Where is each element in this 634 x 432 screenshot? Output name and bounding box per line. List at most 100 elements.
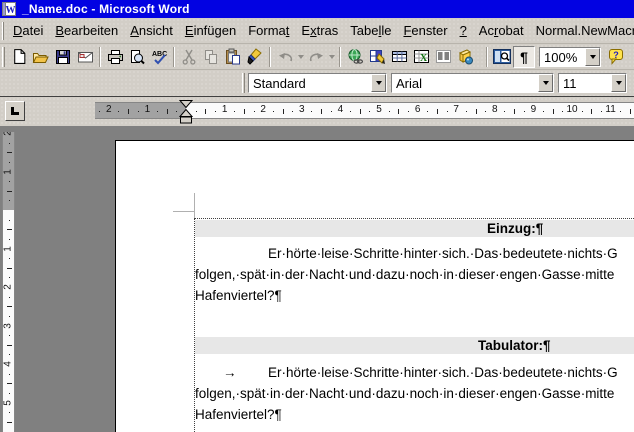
menu-fenster[interactable]: Fenster [397,23,453,38]
columns-button[interactable] [432,46,454,68]
word-app-icon: W [2,2,16,16]
show-paragraph-marks-button[interactable]: ¶ [513,45,535,68]
toolbar-separator [269,46,271,67]
menu-macro[interactable]: Normal.NewMacros.auf5 [530,23,634,38]
menu-extras[interactable]: Extras [295,23,344,38]
document-map-icon [493,49,511,64]
format-painter-brush-icon [247,48,262,65]
save-icon [56,49,70,64]
heading-tabulator[interactable]: Tabulator:¶ [195,337,634,354]
font-size-combobox[interactable]: 11 [558,73,627,93]
menubar-drag-handle[interactable] [2,21,4,40]
text-line[interactable]: Hafenviertel?¶ [195,285,634,306]
margin-crop-mark [194,193,195,218]
hanging-indent-marker[interactable] [179,108,193,117]
envelope-icon [77,51,93,62]
tab-stop-selector-button[interactable] [5,101,25,121]
document-map-button[interactable] [491,46,513,68]
spelling-abc-icon: ABC [152,51,167,64]
toolbar-drag-handle[interactable] [242,73,245,93]
undo-group [274,46,305,68]
font-size-dropdown-button[interactable] [611,74,626,92]
copy-icon [205,49,217,64]
help-bubble-icon: ? [609,49,623,65]
toolbar-separator [339,46,341,67]
font-dropdown-button[interactable] [538,74,553,92]
insert-table-button[interactable] [388,46,410,68]
insert-excel-worksheet-button[interactable]: X [410,46,432,68]
help-button[interactable]: ? [605,46,627,68]
left-tab-icon [11,107,19,115]
print-preview-icon [131,49,145,64]
font-combobox[interactable]: Arial [391,73,554,93]
drawing-button[interactable] [454,46,476,68]
left-indent-marker[interactable] [180,116,192,124]
vertical-ruler[interactable]: 2112345 [2,132,15,432]
paragraph-einzug[interactable]: Er·hörte·leise·Schritte·hinter·sich.·Das… [195,243,634,306]
new-document-button[interactable] [8,46,30,68]
style-combobox[interactable]: Standard [248,73,387,93]
hyperlink-globe-icon [348,49,363,64]
zoom-combobox[interactable]: 100% [539,46,601,67]
spelling-button[interactable]: ABC [148,46,170,68]
text-line[interactable]: folgen,·spät·in·der·Nacht·und·dazu·noch·… [195,383,634,404]
toolbar-drag-handle[interactable] [2,46,5,67]
undo-dropdown-arrow [296,46,305,68]
menu-datei[interactable]: Datei [7,23,49,38]
format-painter-button[interactable] [244,46,266,68]
title-bar[interactable]: W _Name.doc - Microsoft Word [0,0,634,18]
redo-button-disabled [305,46,327,68]
menu-tabelle[interactable]: Tabelle [344,23,397,38]
svg-text:X: X [420,53,428,64]
zoom-value: 100% [544,49,578,65]
first-line-indent-marker[interactable] [179,100,193,109]
word-window: W _Name.doc - Microsoft Word Datei Bearb… [0,0,634,432]
horizontal-ruler[interactable]: 2 1 1 2 3 4 5 6 7 8 9 10 11 [95,102,634,119]
tables-and-borders-button[interactable] [366,46,388,68]
open-folder-icon [32,52,49,63]
redo-arrow-icon [309,52,323,61]
save-button[interactable] [52,46,74,68]
paste-button[interactable] [222,46,244,68]
text-line[interactable]: Er·hörte·leise·Schritte·hinter·sich.·Das… [195,243,634,264]
indent-markers[interactable] [179,100,193,124]
text-line[interactable]: folgen,·spät·in·der·Nacht·und·dazu·noch·… [195,264,634,285]
insert-hyperlink-button[interactable] [344,46,366,68]
undo-arrow-icon [278,52,292,61]
menu-format[interactable]: Format [242,23,295,38]
toolbar-separator [173,46,175,67]
heading-einzug[interactable]: Einzug:¶ [195,220,634,237]
print-preview-button[interactable] [126,46,148,68]
pilcrow-icon: ¶ [520,48,528,65]
open-button[interactable] [30,46,52,68]
paragraph-tabulator[interactable]: → Er·hörte·leise·Schritte·hinter·sich.·D… [195,362,634,425]
cut-button-disabled [178,46,200,68]
tables-borders-pencil-icon [369,50,385,64]
drawing-icon [458,49,473,65]
word-app-icon[interactable]: W [2,2,18,16]
formatting-toolbar: Standard Arial 11 [0,70,634,96]
menu-acrobat[interactable]: Acrobat [473,23,530,38]
style-dropdown-button[interactable] [371,74,386,92]
text-line[interactable]: Hafenviertel?¶ [195,404,634,425]
excel-worksheet-icon: X [413,50,429,64]
zoom-dropdown-button[interactable] [585,47,600,66]
menu-einfuegen[interactable]: Einfügen [179,23,242,38]
font-size-value: 11 [563,76,577,91]
printer-icon [107,49,123,64]
insert-table-icon [391,51,407,62]
menu-ansicht[interactable]: Ansicht [124,23,179,38]
font-value: Arial [396,76,423,91]
print-button[interactable] [104,46,126,68]
menu-hilfe[interactable]: ? [454,23,473,38]
text-boundary-top [194,218,634,219]
menu-bearbeiten[interactable]: Bearbeiten [49,23,124,38]
email-button[interactable] [74,46,96,68]
svg-text:?: ? [613,50,619,60]
scissors-icon [182,49,196,65]
document-page[interactable]: Einzug:¶ Er·hörte·leise·Schritte·hinter·… [115,140,634,432]
text-line[interactable]: Er·hörte·leise·Schritte·hinter·sich.·Das… [195,362,634,383]
undo-button-disabled [274,46,296,68]
copy-button-disabled [200,46,222,68]
toolbar-separator [486,46,488,67]
